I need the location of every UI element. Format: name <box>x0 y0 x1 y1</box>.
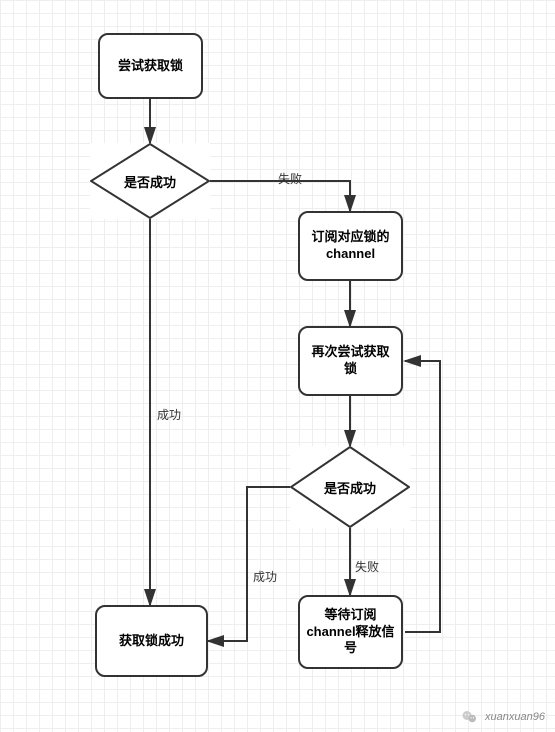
edge-label-success-2: 成功 <box>253 568 277 585</box>
node-subscribe-channel: 订阅对应锁的channel <box>298 211 403 281</box>
arrows-layer <box>0 0 555 732</box>
node-label: 是否成功 <box>324 478 376 497</box>
wechat-icon <box>461 708 479 726</box>
flowchart-canvas: 尝试获取锁 是否成功 订阅对应锁的channel 再次尝试获取锁 是否成功 等待… <box>0 0 555 732</box>
edge-label-success-1: 成功 <box>157 406 181 423</box>
node-label: 是否成功 <box>124 172 176 191</box>
footer: xuanxuan96 <box>461 708 545 726</box>
node-label: 再次尝试获取锁 <box>306 344 395 378</box>
node-decision-success-1: 是否成功 <box>90 143 210 219</box>
node-label: 获取锁成功 <box>119 633 184 650</box>
edge-label-fail-2: 失败 <box>355 558 379 575</box>
node-label: 订阅对应锁的channel <box>306 229 395 263</box>
node-acquire-success: 获取锁成功 <box>95 605 208 677</box>
node-label: 尝试获取锁 <box>118 58 183 75</box>
node-decision-success-2: 是否成功 <box>290 446 410 528</box>
node-retry-acquire-lock: 再次尝试获取锁 <box>298 326 403 396</box>
node-label: 等待订阅channel释放信号 <box>306 607 395 658</box>
node-wait-channel-release: 等待订阅channel释放信号 <box>298 595 403 669</box>
edge-label-fail-1: 失败 <box>278 170 302 187</box>
node-try-acquire-lock: 尝试获取锁 <box>98 33 203 99</box>
footer-handle: xuanxuan96 <box>485 711 545 723</box>
